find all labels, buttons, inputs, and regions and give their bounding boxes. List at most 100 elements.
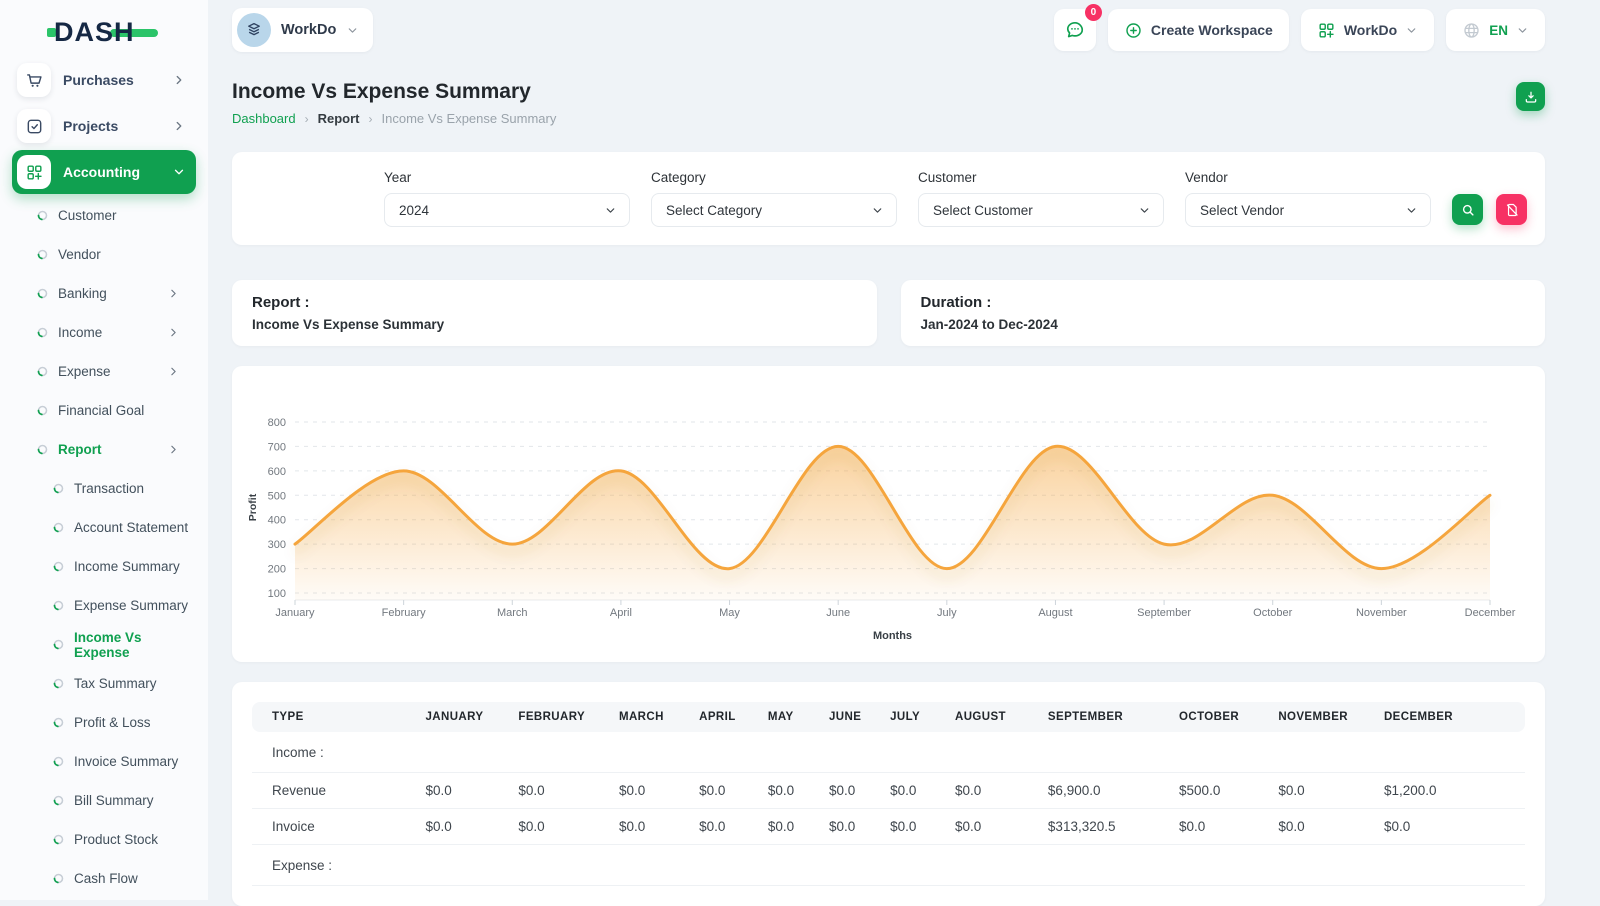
download-icon — [1523, 89, 1539, 105]
bullet-icon — [36, 248, 49, 261]
workspace-switcher[interactable]: WorkDo — [232, 8, 373, 52]
row-value: $0.0 — [510, 773, 611, 809]
sidebar-item-label: Transaction — [74, 481, 144, 496]
breadcrumb-dashboard[interactable]: Dashboard — [232, 111, 296, 126]
svg-text:October: October — [1253, 607, 1292, 619]
duration-value: Jan-2024 to Dec-2024 — [921, 317, 1526, 332]
row-value: $0.0 — [691, 809, 760, 845]
breadcrumb-separator: › — [369, 112, 373, 126]
create-workspace-button[interactable]: Create Workspace — [1108, 9, 1289, 51]
language-selector[interactable]: EN — [1446, 9, 1545, 51]
sidebar-item-account-statement[interactable]: Account Statement — [12, 508, 196, 547]
year-label: Year — [384, 170, 630, 185]
brand-logo[interactable]: DASH — [54, 16, 164, 48]
file-slash-icon — [1504, 202, 1520, 218]
bullet-icon — [52, 482, 65, 495]
sidebar-item-expense[interactable]: Expense — [12, 352, 196, 391]
sidebar-item-profit-loss[interactable]: Profit & Loss — [12, 703, 196, 742]
bullet-icon — [36, 443, 49, 456]
sidebar-item-banking[interactable]: Banking — [12, 274, 196, 313]
svg-text:300: 300 — [268, 539, 286, 551]
svg-text:November: November — [1356, 607, 1407, 619]
cart-icon — [25, 71, 44, 90]
logo-text: DASH — [54, 17, 135, 47]
row-value: $6,900.0 — [1040, 773, 1171, 809]
bullet-icon — [52, 599, 65, 612]
page-title: Income Vs Expense Summary — [232, 80, 556, 104]
bullet-icon — [52, 560, 65, 573]
workdo-menu-button[interactable]: WorkDo — [1301, 9, 1434, 51]
sidebar-item-financial-goal[interactable]: Financial Goal — [12, 391, 196, 430]
sidebar-item-income-summary[interactable]: Income Summary — [12, 547, 196, 586]
messages-badge: 0 — [1085, 4, 1102, 21]
year-field: Year 2024 — [384, 170, 630, 227]
category-select[interactable]: Select Category — [651, 193, 897, 227]
row-value: $0.0 — [611, 773, 691, 809]
svg-text:400: 400 — [268, 515, 286, 527]
plus-circle-icon — [1124, 21, 1143, 40]
sidebar-item-label: Tax Summary — [74, 676, 157, 691]
sidebar-item-bill-summary[interactable]: Bill Summary — [12, 781, 196, 820]
bullet-icon — [52, 794, 65, 807]
column-header-april: APRIL — [691, 702, 760, 732]
sidebar-item-transaction[interactable]: Transaction — [12, 469, 196, 508]
chevron-right-icon — [172, 73, 186, 87]
breadcrumb-report[interactable]: Report — [318, 111, 360, 126]
main-area: WorkDo 0 Create Workspace WorkDo — [208, 0, 1600, 900]
sidebar-item-report[interactable]: Report — [12, 430, 196, 469]
vendor-select[interactable]: Select Vendor — [1185, 193, 1431, 227]
row-value: $0.0 — [417, 773, 510, 809]
create-workspace-label: Create Workspace — [1151, 22, 1273, 38]
duration-summary-card: Duration : Jan-2024 to Dec-2024 — [901, 280, 1546, 346]
column-header-february: FEBRUARY — [510, 702, 611, 732]
bullet-icon — [52, 833, 65, 846]
grid-plus-icon — [25, 163, 44, 182]
sidebar-item-purchases[interactable]: Purchases — [12, 58, 196, 102]
sidebar-item-label: Report — [58, 442, 102, 457]
sidebar-item-cash-flow[interactable]: Cash Flow — [12, 859, 196, 898]
chevron-down-icon — [1138, 204, 1151, 217]
sidebar-item-projects[interactable]: Projects — [12, 104, 196, 148]
column-header-november: NOVEMBER — [1270, 702, 1376, 732]
sidebar-item-product-stock[interactable]: Product Stock — [12, 820, 196, 859]
customer-field: Customer Select Customer — [918, 170, 1164, 227]
sidebar-item-customer[interactable]: Customer — [12, 196, 196, 235]
sidebar-item-accounting[interactable]: Accounting — [12, 150, 196, 194]
sidebar-item-label: Customer — [58, 208, 117, 223]
sidebar-item-invoice-summary[interactable]: Invoice Summary — [12, 742, 196, 781]
chevron-down-icon — [346, 24, 359, 37]
chevron-down-icon — [871, 204, 884, 217]
report-summary-card: Report : Income Vs Expense Summary — [232, 280, 877, 346]
sidebar-item-vendor[interactable]: Vendor — [12, 235, 196, 274]
row-value: $0.0 — [1376, 809, 1525, 845]
sidebar-item-income[interactable]: Income — [12, 313, 196, 352]
svg-text:March: March — [497, 607, 528, 619]
svg-text:800: 800 — [268, 417, 286, 429]
apply-filter-button[interactable] — [1452, 194, 1483, 225]
customer-select[interactable]: Select Customer — [918, 193, 1164, 227]
row-value: $0.0 — [1270, 773, 1376, 809]
globe-icon — [1462, 21, 1481, 40]
filter-panel: Year 2024 Category Select Category Custo… — [232, 152, 1545, 245]
svg-text:May: May — [719, 607, 740, 619]
sidebar-item-expense-summary[interactable]: Expense Summary — [12, 586, 196, 625]
sidebar-item-tax-summary[interactable]: Tax Summary — [12, 664, 196, 703]
row-value: $0.0 — [821, 773, 882, 809]
svg-text:August: August — [1038, 607, 1072, 619]
messages-button[interactable]: 0 — [1054, 9, 1096, 51]
sidebar-item-income-vs-expense[interactable]: Income Vs Expense — [12, 625, 196, 664]
row-value: $0.0 — [882, 809, 947, 845]
column-header-september: SEPTEMBER — [1040, 702, 1171, 732]
svg-text:June: June — [826, 607, 850, 619]
column-header-june: JUNE — [821, 702, 882, 732]
bullet-icon — [52, 872, 65, 885]
bullet-icon — [36, 209, 49, 222]
reset-filter-button[interactable] — [1496, 194, 1527, 225]
cart-icon — [17, 63, 51, 97]
income-vs-expense-chart: 100200300400500600700800JanuaryFebruaryM… — [240, 378, 1536, 658]
sidebar-item-label: Financial Goal — [58, 403, 144, 418]
row-value: $500.0 — [1171, 773, 1270, 809]
download-report-button[interactable] — [1516, 82, 1545, 111]
table-row: Invoice$0.0$0.0$0.0$0.0$0.0$0.0$0.0$0.0$… — [252, 809, 1525, 845]
year-select[interactable]: 2024 — [384, 193, 630, 227]
